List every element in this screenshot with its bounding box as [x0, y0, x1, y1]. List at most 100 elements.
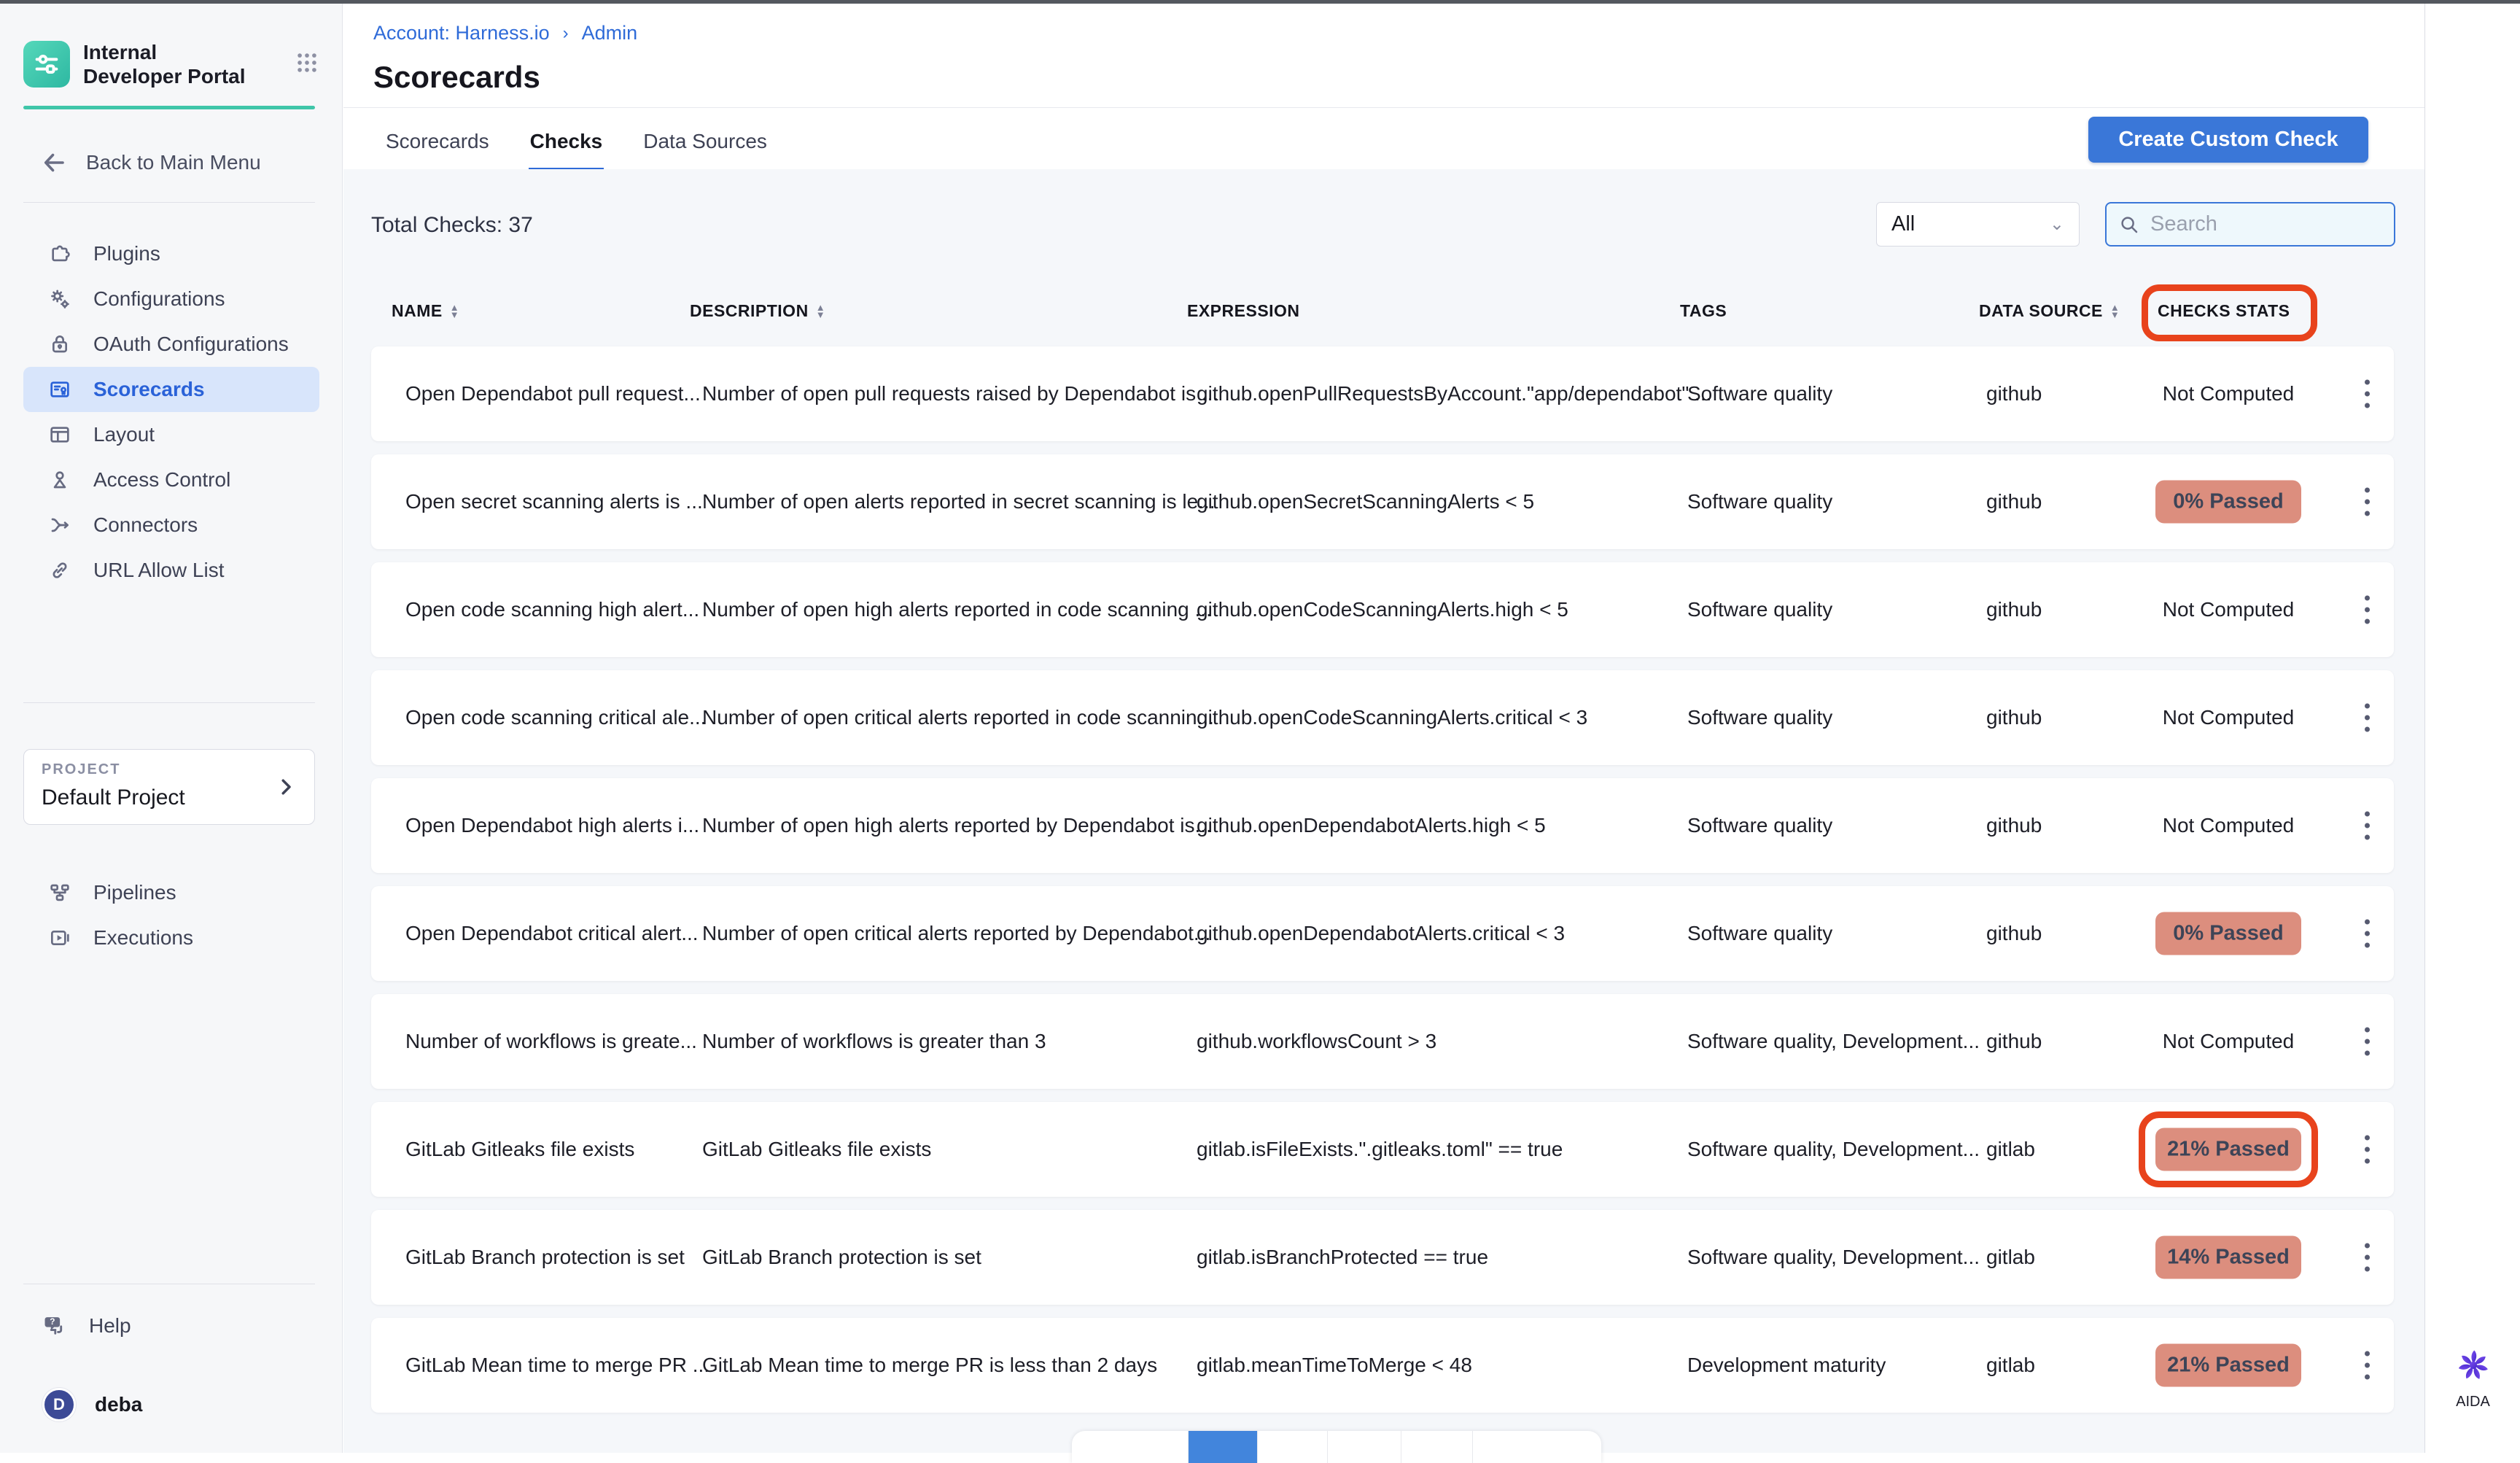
table-row: GitLab Branch protection is set GitLab Br…: [371, 1210, 2394, 1305]
breadcrumb-account-link[interactable]: Account: Harness.io: [373, 22, 550, 44]
tab-checks[interactable]: Checks: [529, 121, 604, 172]
sidebar-item-oauth-configurations[interactable]: OAuth Configurations: [23, 322, 319, 367]
create-custom-check-button[interactable]: Create Custom Check: [2088, 117, 2368, 163]
breadcrumb-admin-link[interactable]: Admin: [582, 22, 638, 44]
checks-content: Total Checks: 37 All ⌄ NAME ▲▼ DESCRIPTI…: [343, 169, 2424, 1453]
row-kebab-menu[interactable]: [2360, 1239, 2374, 1276]
check-data-source: github: [1986, 598, 2042, 621]
check-description: Number of open critical alerts reported …: [702, 922, 1210, 945]
column-header-data-source[interactable]: DATA SOURCE ▲▼: [1979, 301, 2120, 321]
column-header-description[interactable]: DESCRIPTION ▲▼: [690, 301, 825, 321]
column-header-expression: EXPRESSION: [1187, 301, 1300, 321]
check-name: GitLab Mean time to merge PR ...: [405, 1354, 709, 1377]
row-kebab-menu[interactable]: [2360, 1131, 2374, 1168]
project-selector[interactable]: PROJECT Default Project: [23, 749, 315, 825]
sidebar-item-scorecards[interactable]: Scorecards: [23, 367, 319, 412]
search-input[interactable]: [2150, 212, 2369, 236]
divider: [23, 702, 315, 703]
user-name: deba: [95, 1393, 142, 1416]
check-tags: Software quality: [1687, 706, 1832, 729]
project-label: PROJECT: [42, 761, 297, 778]
sidebar-item-connectors[interactable]: Connectors: [23, 502, 319, 548]
check-tags: Development maturity: [1687, 1354, 1886, 1377]
table-row: Open secret scanning alerts is ...Number…: [371, 454, 2394, 549]
tab-data-sources[interactable]: Data Sources: [642, 121, 769, 172]
aida-assistant-button[interactable]: AIDA: [2425, 1344, 2520, 1410]
pagination-page-4[interactable]: [1401, 1431, 1473, 1463]
idp-logo-icon: [23, 41, 70, 88]
pagination-page-3[interactable]: [1328, 1431, 1401, 1463]
arrow-left-icon: [41, 150, 67, 176]
row-kebab-menu[interactable]: [2360, 915, 2374, 952]
pagination-page-2[interactable]: [1258, 1431, 1328, 1463]
pagination-prev-button[interactable]: [1072, 1431, 1189, 1463]
connectors-icon: [48, 513, 71, 537]
divider: [23, 202, 315, 203]
app-switcher-grid-icon[interactable]: [295, 50, 319, 79]
sort-icon: ▲▼: [450, 304, 459, 319]
sidebar-item-plugins[interactable]: Plugins: [23, 231, 319, 276]
sort-icon: ▲▼: [2110, 304, 2120, 319]
sidebar-item-executions[interactable]: Executions: [23, 915, 319, 961]
sidebar-item-layout[interactable]: Layout: [23, 412, 319, 457]
table-row: Open code scanning high alert...Number o…: [371, 562, 2394, 657]
data-source-filter-select[interactable]: All ⌄: [1876, 202, 2080, 247]
page-title: Scorecards: [373, 60, 540, 95]
check-tags: Software quality, Development...: [1687, 1030, 1980, 1053]
chevron-down-icon: ⌄: [2050, 214, 2064, 235]
kebab-icon: [2365, 704, 2370, 732]
pagination-next-button[interactable]: [1473, 1431, 1601, 1463]
check-stats-badge: 0% Passed: [2144, 912, 2312, 955]
row-kebab-menu[interactable]: [2360, 807, 2374, 845]
project-name: Default Project: [42, 785, 297, 810]
back-to-main-menu[interactable]: Back to Main Menu: [41, 150, 261, 176]
check-description: GitLab Branch protection is set: [702, 1246, 981, 1269]
aida-label: AIDA: [2456, 1394, 2490, 1410]
column-header-name[interactable]: NAME ▲▼: [392, 301, 459, 321]
help-label: Help: [89, 1314, 131, 1338]
gears-icon: [48, 287, 71, 311]
check-expression: github.workflowsCount > 3: [1197, 1030, 1436, 1053]
sidebar-item-access-control[interactable]: Access Control: [23, 457, 319, 502]
divider: [343, 107, 2424, 108]
admin-nav: Plugins Configurations OAuth Configurati…: [23, 231, 319, 593]
avatar: D: [42, 1388, 76, 1421]
check-tags: Software quality: [1687, 814, 1832, 837]
table-header: NAME ▲▼ DESCRIPTION ▲▼ EXPRESSION TAGS D…: [343, 301, 2424, 323]
check-data-source: github: [1986, 1030, 2042, 1053]
pipelines-icon: [48, 881, 71, 904]
row-kebab-menu[interactable]: [2360, 1347, 2374, 1384]
right-gutter: AIDA: [2424, 4, 2520, 1453]
table-row: Number of workflows is greate...Number o…: [371, 994, 2394, 1089]
help-button[interactable]: ? Help: [41, 1312, 131, 1340]
kebab-icon: [2365, 596, 2370, 624]
user-menu[interactable]: D deba: [42, 1388, 142, 1421]
row-kebab-menu[interactable]: [2360, 1023, 2374, 1060]
sidebar-item-configurations[interactable]: Configurations: [23, 276, 319, 322]
row-kebab-menu[interactable]: [2360, 699, 2374, 737]
pagination-page-1-active[interactable]: [1189, 1431, 1258, 1463]
table-row: Open Dependabot critical alert...Number …: [371, 886, 2394, 981]
check-expression: gitlab.isFileExists.".gitleaks.toml" == …: [1197, 1138, 1563, 1161]
sidebar-item-label: Scorecards: [93, 378, 205, 401]
row-kebab-menu[interactable]: [2360, 484, 2374, 521]
check-expression: github.openSecretScanningAlerts < 5: [1197, 490, 1534, 513]
check-data-source: github: [1986, 922, 2042, 945]
check-tags: Software quality: [1687, 598, 1832, 621]
check-stats-badge: 21% Passed: [2144, 1344, 2312, 1387]
check-name: GitLab Branch protection is set: [405, 1246, 685, 1269]
sidebar-item-pipelines[interactable]: Pipelines: [23, 870, 319, 915]
sidebar-item-url-allow-list[interactable]: URL Allow List: [23, 548, 319, 593]
check-tags: Software quality, Development...: [1687, 1246, 1980, 1269]
breadcrumb: Account: Harness.io › Admin: [373, 22, 637, 44]
table-row: Open Dependabot high alerts i...Number o…: [371, 778, 2394, 873]
check-name: GitLab Gitleaks file exists: [405, 1138, 634, 1161]
link-icon: [48, 559, 71, 582]
total-checks-label: Total Checks: 37: [371, 213, 533, 238]
checks-table: Open Dependabot pull request...Number of…: [371, 346, 2394, 1426]
sidebar-item-label: URL Allow List: [93, 559, 224, 582]
row-kebab-menu[interactable]: [2360, 591, 2374, 629]
sidebar-item-label: Connectors: [93, 513, 198, 537]
row-kebab-menu[interactable]: [2360, 376, 2374, 413]
tab-scorecards[interactable]: Scorecards: [384, 121, 491, 172]
